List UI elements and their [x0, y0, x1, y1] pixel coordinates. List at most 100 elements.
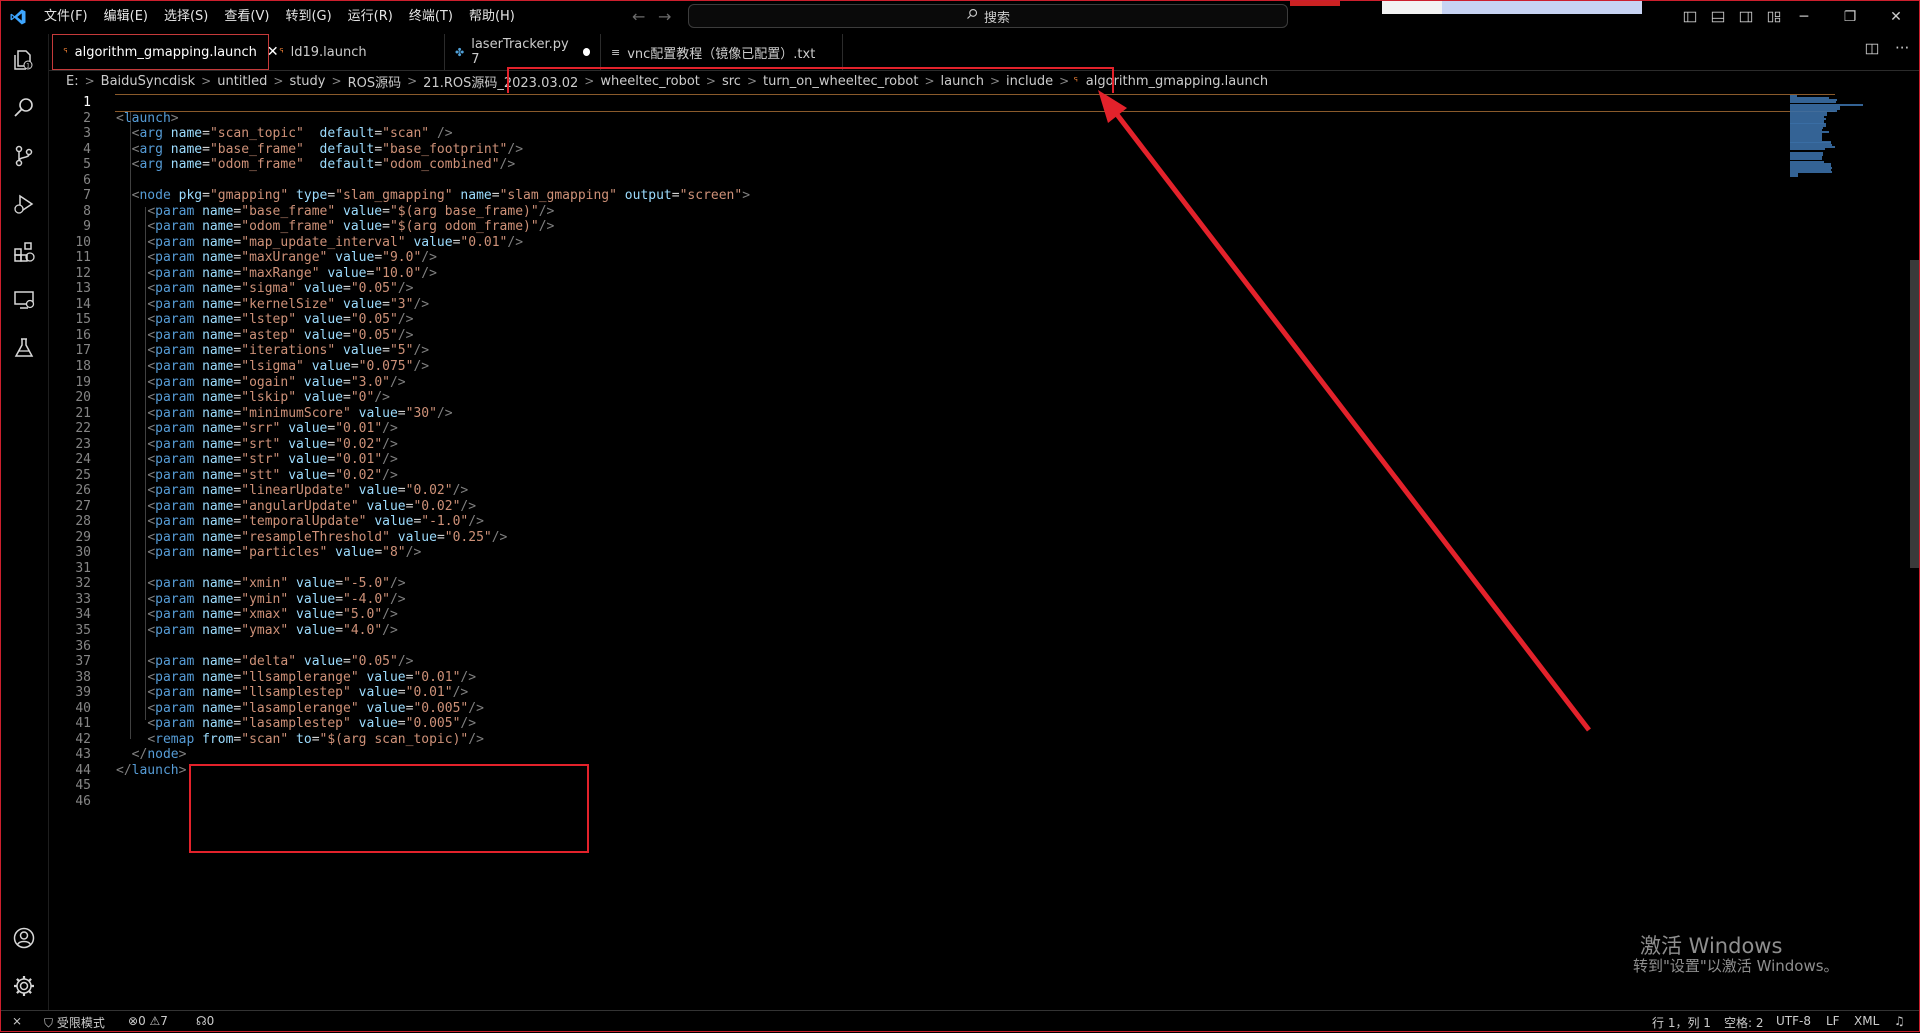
- restricted-mode-item[interactable]: ⛉ 受限模式: [44, 1014, 105, 1031]
- code-token: />: [413, 296, 430, 312]
- breadcrumb-segment[interactable]: untitled: [215, 74, 269, 89]
- tab-algorithm-gmapping-launch[interactable]: ᕐ algorithm_gmapping.launch ✕: [52, 34, 279, 70]
- menu-item[interactable]: 终端(T): [401, 0, 461, 34]
- more-actions-icon[interactable]: ···: [1895, 39, 1909, 57]
- error-count: 0: [138, 1014, 146, 1028]
- code-token: =: [311, 731, 320, 747]
- line-number: 46: [75, 793, 91, 809]
- notifications-bell-icon[interactable]: ♫: [1894, 1014, 1905, 1028]
- activity-bar: 1: [0, 34, 49, 1010]
- menu-item[interactable]: 转到(G): [277, 0, 339, 34]
- tab-label: ld19.launch: [290, 44, 367, 60]
- code-token: value: [296, 623, 336, 639]
- source-control-icon[interactable]: [10, 142, 38, 170]
- code-token: "30": [405, 405, 437, 421]
- background-window-strip: [1442, 0, 1642, 14]
- menu-item[interactable]: 编辑(E): [96, 0, 156, 34]
- restore-icon[interactable]: ❐: [1830, 0, 1870, 34]
- code-token: />: [421, 265, 437, 281]
- close-window-icon[interactable]: ✕: [1876, 0, 1916, 34]
- end-of-line[interactable]: LF: [1826, 1014, 1840, 1028]
- explorer-icon[interactable]: 1: [10, 46, 38, 74]
- antenna-icon: ☊: [196, 1014, 207, 1028]
- remote-explorer-icon[interactable]: [10, 286, 38, 314]
- accounts-icon[interactable]: [10, 924, 38, 952]
- code-token: output: [624, 188, 672, 204]
- rss-icon: ᕐ: [279, 45, 284, 59]
- code-token: =: [374, 157, 383, 173]
- code-token: />: [382, 623, 398, 639]
- code-token: param: [155, 545, 195, 561]
- cursor-position[interactable]: 行 1，列 1: [1652, 1014, 1711, 1031]
- code-token: from: [202, 731, 234, 747]
- forward-arrow-icon[interactable]: →: [658, 7, 671, 26]
- tab-lasertracker-py[interactable]: ✤ laserTracker.py 7: [445, 34, 601, 70]
- breadcrumb-chevron-icon: >: [84, 74, 95, 88]
- code-token: />: [491, 529, 508, 545]
- minimap-line: [1790, 174, 1799, 177]
- breadcrumb-chevron-icon: >: [407, 74, 418, 88]
- code-token: name: [202, 545, 234, 561]
- code-token: value: [335, 545, 375, 561]
- menu-bar: 文件(F) 编辑(E) 选择(S) 查看(V) 转到(G) 运行(R) 终端(T) 帮助(H): [36, 0, 523, 34]
- search-label: 搜索: [983, 10, 1010, 26]
- code-token: =: [202, 157, 210, 173]
- language-mode[interactable]: XML: [1854, 1014, 1879, 1028]
- problems-item[interactable]: ⊗0 ⚠7: [128, 1014, 168, 1028]
- breadcrumb-chevron-icon: >: [273, 74, 284, 88]
- testing-flask-icon[interactable]: [10, 334, 38, 362]
- unsaved-dot-icon[interactable]: [582, 48, 590, 56]
- breadcrumb-segment[interactable]: E:: [64, 74, 81, 89]
- tab-label: vnc配置教程（镜像已配置）.txt: [627, 46, 816, 62]
- breadcrumb-segment[interactable]: ROS源码: [346, 72, 404, 91]
- code-token: "4.0": [343, 623, 383, 639]
- background-window-strip: [1382, 0, 1442, 14]
- settings-gear-icon[interactable]: [10, 972, 38, 1000]
- tab-ld19-launch[interactable]: ᕐ ld19.launch: [269, 34, 445, 70]
- search-icon[interactable]: [10, 94, 38, 122]
- minimap[interactable]: [1790, 93, 1910, 183]
- breadcrumb-highlight-box: [507, 67, 1114, 95]
- code-token: </: [116, 762, 132, 778]
- back-arrow-icon[interactable]: ←: [632, 7, 645, 26]
- editor-tabs: ᕐ algorithm_gmapping.launch ✕ ᕐ ld19.lau…: [49, 34, 1920, 71]
- code-token: />: [468, 731, 484, 747]
- code-token: =: [436, 529, 445, 545]
- minimize-icon[interactable]: ─: [1784, 0, 1824, 34]
- status-bar: ⨯ ⛉ 受限模式 ⊗0 ⚠7 ☊0 行 1，列 1 空格: 2 UTF-8 LF…: [0, 1010, 1920, 1033]
- code-token: />: [499, 157, 516, 173]
- vscode-logo-icon[interactable]: [0, 0, 36, 34]
- code-editor[interactable]: 1 2 <launch> 3 <arg name="scan_topic" defau…: [49, 93, 1920, 1010]
- encoding[interactable]: UTF-8: [1776, 1014, 1811, 1028]
- code-text: <param name="particles" value="8"/>: [116, 543, 421, 562]
- menu-item[interactable]: 帮助(H): [461, 0, 523, 34]
- vertical-scrollbar[interactable]: [1910, 260, 1920, 568]
- command-center-search[interactable]: 搜索: [688, 4, 1288, 28]
- param-highlight-box: [189, 764, 589, 853]
- code-token: />: [507, 234, 524, 250]
- menu-item[interactable]: 运行(R): [340, 0, 401, 34]
- ports-item[interactable]: ☊0: [196, 1014, 214, 1028]
- remote-indicator-icon[interactable]: ⨯: [12, 1014, 22, 1028]
- breadcrumb-segment[interactable]: study: [287, 74, 327, 89]
- split-editor-icon[interactable]: [1865, 42, 1879, 60]
- error-icon: ⊗: [128, 1014, 139, 1028]
- run-debug-icon[interactable]: [10, 190, 38, 218]
- indentation[interactable]: 空格: 2: [1724, 1014, 1764, 1031]
- code-token: >: [178, 762, 187, 778]
- title-bar: 文件(F) 编辑(E) 选择(S) 查看(V) 转到(G) 运行(R) 终端(T) 帮助(H)…: [0, 0, 1920, 34]
- menu-item[interactable]: 选择(S): [156, 0, 216, 34]
- menu-item[interactable]: 查看(V): [216, 0, 277, 34]
- code-token: <: [147, 545, 156, 561]
- breadcrumb-segment[interactable]: BaiduSyncdisk: [99, 74, 198, 89]
- code-token: =: [374, 545, 383, 561]
- extensions-icon[interactable]: [10, 238, 38, 266]
- code-token: "odom_frame": [209, 157, 304, 173]
- tab-vnc-config-txt[interactable]: ≡ vnc配置教程（镜像已配置）.txt: [601, 34, 843, 70]
- menu-item[interactable]: 文件(F): [36, 0, 96, 34]
